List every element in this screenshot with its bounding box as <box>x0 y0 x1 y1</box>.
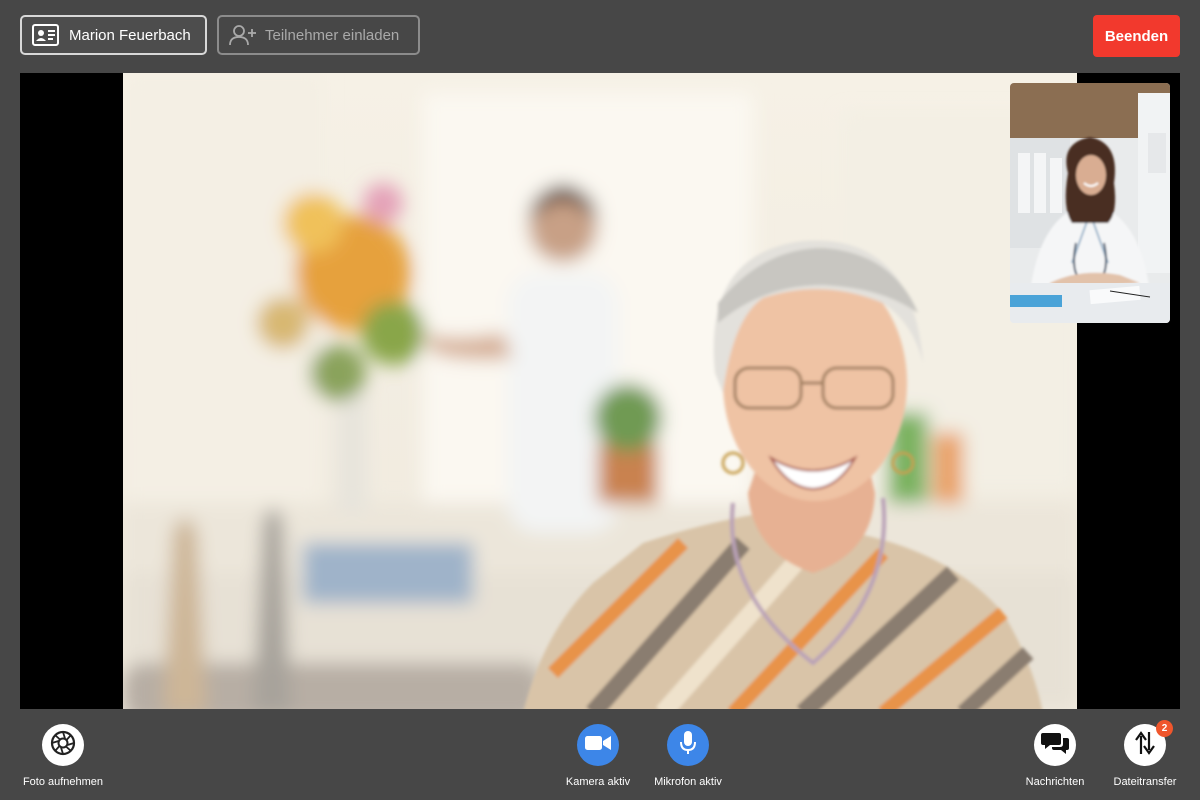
self-view-video[interactable] <box>1010 83 1170 323</box>
microphone-status-label: Mikrofon aktiv <box>654 776 722 788</box>
invite-participant-button[interactable]: Teilnehmer einladen <box>217 15 420 55</box>
transfer-arrows-icon <box>1135 730 1155 761</box>
take-photo-button[interactable] <box>42 724 84 766</box>
add-user-icon <box>229 24 257 46</box>
messages-label: Nachrichten <box>1025 776 1085 788</box>
file-transfer-control: 2 Dateitransfer <box>1106 720 1184 788</box>
end-call-button[interactable]: Beenden <box>1093 15 1180 57</box>
invite-participant-label: Teilnehmer einladen <box>265 26 400 44</box>
microphone-toggle-button[interactable] <box>667 724 709 766</box>
messages-button[interactable] <box>1034 724 1076 766</box>
camera-toggle-button[interactable] <box>577 724 619 766</box>
top-bar: Marion Feuerbach Teilnehmer einladen Bee… <box>0 0 1200 72</box>
chat-bubbles-icon <box>1041 731 1069 760</box>
file-transfer-label: Dateitransfer <box>1113 776 1177 788</box>
microphone-icon <box>680 730 696 760</box>
camera-shutter-icon <box>50 730 76 761</box>
camera-control: Kamera aktiv <box>559 724 637 788</box>
participant-name-button[interactable]: Marion Feuerbach <box>20 15 207 55</box>
camera-status-label: Kamera aktiv <box>565 776 631 788</box>
video-stage <box>20 73 1180 709</box>
file-transfer-button[interactable]: 2 <box>1124 720 1173 766</box>
contact-card-icon <box>32 24 59 46</box>
messages-control: Nachrichten <box>1017 724 1093 788</box>
take-photo-label: Foto aufnehmen <box>22 776 104 788</box>
file-transfer-badge: 2 <box>1156 720 1173 737</box>
participant-name-label: Marion Feuerbach <box>69 26 191 44</box>
video-camera-icon <box>585 735 611 756</box>
microphone-control: Mikrofon aktiv <box>646 724 730 788</box>
remote-video <box>123 73 1077 709</box>
take-photo-control: Foto aufnehmen <box>17 724 109 788</box>
